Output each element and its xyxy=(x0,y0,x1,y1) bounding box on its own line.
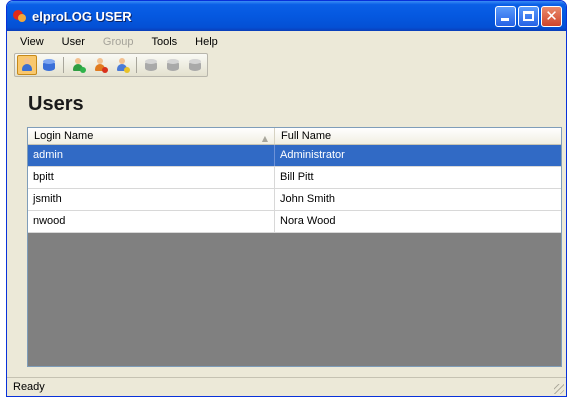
cell-full-name: Bill Pitt xyxy=(280,171,314,183)
status-bar: Ready xyxy=(7,377,566,396)
window-title: elproLOG USER xyxy=(32,8,132,24)
edit-user-button[interactable] xyxy=(112,55,132,75)
maximize-button[interactable] xyxy=(518,6,539,27)
edit-group-button xyxy=(185,55,205,75)
users-view-button[interactable] xyxy=(17,55,37,75)
edit-user-icon xyxy=(115,58,130,73)
database-view-button[interactable] xyxy=(39,55,59,75)
status-text: Ready xyxy=(13,381,45,393)
delete-group-icon xyxy=(166,58,180,72)
menu-help[interactable]: Help xyxy=(186,36,227,48)
cell-full-name: John Smith xyxy=(280,193,336,205)
toolbar-separator xyxy=(63,57,64,73)
delete-user-icon xyxy=(93,58,108,73)
cell-full-name: Administrator xyxy=(280,149,345,161)
column-header-full-name[interactable]: Full Name xyxy=(275,128,561,144)
app-logo-icon xyxy=(13,9,27,23)
delete-user-button[interactable] xyxy=(90,55,110,75)
page-title: Users xyxy=(28,93,84,115)
menu-bar: View User Group Tools Help xyxy=(7,31,566,52)
table-row[interactable]: jsmith John Smith xyxy=(28,189,561,211)
toolbar xyxy=(7,52,566,78)
main-content: Users Login Name ▲ Full Name admin Admin… xyxy=(7,79,566,373)
edit-group-icon xyxy=(188,58,202,72)
app-window: elproLOG USER ✕ View User Group Tools He… xyxy=(6,0,567,397)
add-user-button[interactable] xyxy=(68,55,88,75)
close-button[interactable]: ✕ xyxy=(541,6,562,27)
database-icon xyxy=(42,58,56,72)
column-header-label: Login Name xyxy=(34,130,94,142)
add-user-icon xyxy=(71,58,86,73)
column-header-login-name[interactable]: Login Name ▲ xyxy=(28,128,275,144)
cell-login-name: jsmith xyxy=(28,189,275,210)
cell-full-name: Nora Wood xyxy=(280,215,336,227)
add-group-icon xyxy=(144,58,158,72)
table-row[interactable]: bpitt Bill Pitt xyxy=(28,167,561,189)
toolbar-group xyxy=(14,53,208,77)
table-row[interactable]: nwood Nora Wood xyxy=(28,211,561,233)
sort-ascending-icon: ▲ xyxy=(261,134,268,143)
resize-grip-icon[interactable] xyxy=(554,384,564,394)
menu-group: Group xyxy=(102,35,134,48)
cell-login-name: nwood xyxy=(28,211,275,232)
menu-view[interactable]: View xyxy=(11,36,53,48)
delete-group-button xyxy=(163,55,183,75)
menu-user[interactable]: User xyxy=(53,36,94,48)
users-icon xyxy=(20,58,34,72)
menu-tools[interactable]: Tools xyxy=(142,36,186,48)
title-bar[interactable]: elproLOG USER ✕ xyxy=(7,1,566,31)
column-header-label: Full Name xyxy=(281,130,332,142)
users-grid[interactable]: Login Name ▲ Full Name admin Administrat… xyxy=(27,127,562,367)
minimize-button[interactable] xyxy=(495,6,516,27)
cell-login-name: bpitt xyxy=(28,167,275,188)
toolbar-separator xyxy=(136,57,137,73)
add-group-button xyxy=(141,55,161,75)
table-row[interactable]: admin Administrator xyxy=(28,145,561,167)
cell-login-name: admin xyxy=(28,145,275,166)
grid-header: Login Name ▲ Full Name xyxy=(28,128,561,145)
